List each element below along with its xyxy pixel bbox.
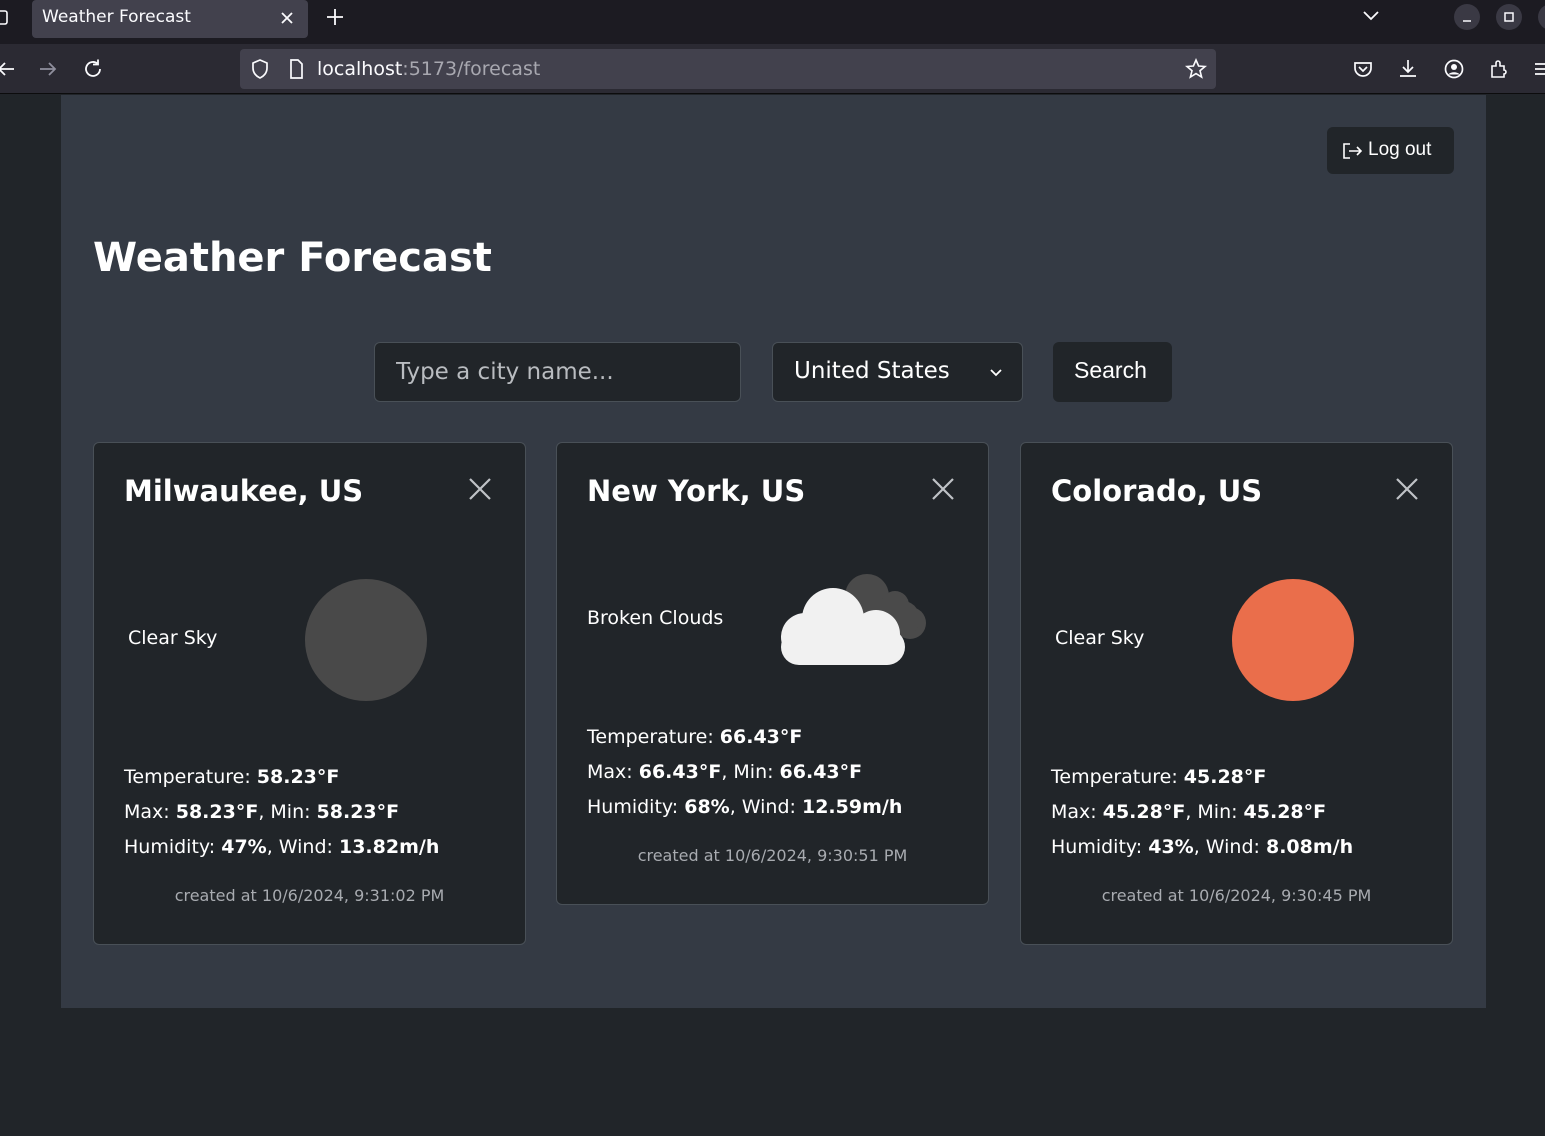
browser-tab-bar: Weather Forecast	[0, 0, 1545, 44]
page-viewport: Log out Weather Forecast United States S…	[0, 95, 1545, 1136]
maximize-window-button[interactable]	[1496, 4, 1522, 30]
max-value: 45.28°F	[1102, 801, 1186, 823]
temperature-value: 66.43°F	[719, 726, 803, 748]
forecast-container: Log out Weather Forecast United States S…	[61, 95, 1486, 1008]
created-timestamp: created at 10/6/2024, 9:30:45 PM	[1101, 886, 1372, 905]
country-select[interactable]: United States	[772, 342, 1023, 402]
account-icon[interactable]	[1442, 57, 1466, 81]
search-button[interactable]: Search	[1053, 342, 1172, 402]
wind-label: , Wind:	[729, 796, 802, 818]
humidity-label: Humidity:	[1051, 836, 1149, 858]
url-path: :5173/forecast	[402, 58, 541, 80]
wind-label: , Wind:	[1193, 836, 1266, 858]
shield-icon[interactable]	[248, 57, 272, 81]
wind-value: 12.59m/h	[801, 796, 903, 818]
humidity-value: 43%	[1148, 836, 1194, 858]
temperature-line: Temperature: 58.23°F	[124, 766, 339, 788]
temperature-value: 58.23°F	[256, 766, 340, 788]
max-label: Max:	[124, 801, 176, 823]
menu-icon[interactable]	[1531, 57, 1545, 81]
min-value: 66.43°F	[779, 761, 863, 783]
url-text: localhost:5173/forecast	[317, 58, 540, 80]
country-selected-value: United States	[794, 358, 950, 384]
weather-description: Clear Sky	[128, 627, 218, 649]
min-label: , Min:	[258, 801, 317, 823]
weather-card: Milwaukee, US Clear Sky Temperature: 58.…	[93, 442, 526, 945]
humidity-wind-line: Humidity: 68%, Wind: 12.59m/h	[587, 796, 902, 818]
min-value: 45.28°F	[1243, 801, 1327, 823]
chevron-down-icon	[990, 369, 1002, 377]
created-timestamp: created at 10/6/2024, 9:31:02 PM	[174, 886, 445, 905]
search-button-label: Search	[1074, 357, 1147, 383]
forward-arrow-icon[interactable]	[36, 57, 60, 81]
back-arrow-icon[interactable]	[0, 57, 18, 81]
wind-label: , Wind:	[266, 836, 339, 858]
close-icon[interactable]	[1395, 477, 1419, 501]
weather-card: Colorado, US Clear Sky Temperature: 45.2…	[1020, 442, 1453, 945]
temperature-line: Temperature: 45.28°F	[1051, 766, 1266, 788]
new-tab-icon[interactable]	[324, 6, 346, 28]
browser-nav-bar: localhost:5173/forecast	[0, 44, 1545, 94]
close-icon[interactable]	[468, 477, 492, 501]
pocket-icon[interactable]	[1351, 57, 1375, 81]
wind-value: 8.08m/h	[1265, 836, 1354, 858]
close-icon[interactable]	[931, 477, 955, 501]
star-icon[interactable]	[1184, 57, 1208, 81]
tab-title: Weather Forecast	[42, 7, 191, 27]
page-icon[interactable]	[284, 57, 308, 81]
humidity-value: 47%	[221, 836, 267, 858]
tab-overflow-icon[interactable]	[0, 8, 10, 28]
humidity-label: Humidity:	[587, 796, 685, 818]
max-value: 66.43°F	[638, 761, 722, 783]
min-value: 58.23°F	[316, 801, 400, 823]
logout-button[interactable]: Log out	[1327, 127, 1454, 174]
temperature-value: 45.28°F	[1183, 766, 1267, 788]
max-value: 58.23°F	[175, 801, 259, 823]
close-tab-icon[interactable]	[278, 9, 296, 27]
temperature-label: Temperature:	[124, 766, 257, 788]
sun-icon	[1232, 579, 1354, 701]
close-window-button[interactable]	[1538, 4, 1545, 30]
max-min-line: Max: 58.23°F, Min: 58.23°F	[124, 801, 399, 823]
page-title: Weather Forecast	[93, 235, 492, 281]
city-search-input[interactable]	[374, 342, 741, 402]
temperature-label: Temperature:	[1051, 766, 1184, 788]
card-city-name: Milwaukee, US	[124, 474, 364, 508]
humidity-label: Humidity:	[124, 836, 222, 858]
logout-icon	[1343, 143, 1363, 159]
weather-card: New York, US Broken Clouds Temperature: …	[556, 442, 989, 905]
weather-description: Clear Sky	[1055, 627, 1145, 649]
humidity-wind-line: Humidity: 43%, Wind: 8.08m/h	[1051, 836, 1353, 858]
min-label: , Min:	[1185, 801, 1244, 823]
card-city-name: New York, US	[587, 474, 806, 508]
created-timestamp: created at 10/6/2024, 9:30:51 PM	[637, 846, 908, 865]
max-label: Max:	[1051, 801, 1103, 823]
moon-icon	[305, 579, 427, 701]
temperature-label: Temperature:	[587, 726, 720, 748]
browser-tab[interactable]: Weather Forecast	[32, 0, 308, 38]
logout-label: Log out	[1368, 139, 1432, 160]
weather-description: Broken Clouds	[587, 607, 724, 629]
humidity-wind-line: Humidity: 47%, Wind: 13.82m/h	[124, 836, 439, 858]
address-bar[interactable]: localhost:5173/forecast	[240, 49, 1216, 89]
min-label: , Min:	[721, 761, 780, 783]
card-city-name: Colorado, US	[1051, 474, 1263, 508]
reload-icon[interactable]	[81, 57, 105, 81]
url-host: localhost	[317, 58, 403, 80]
cloud-icon	[781, 574, 926, 665]
chevron-down-icon[interactable]	[1361, 8, 1381, 24]
max-min-line: Max: 45.28°F, Min: 45.28°F	[1051, 801, 1326, 823]
temperature-line: Temperature: 66.43°F	[587, 726, 802, 748]
minimize-window-button[interactable]	[1454, 4, 1480, 30]
max-min-line: Max: 66.43°F, Min: 66.43°F	[587, 761, 862, 783]
extensions-icon[interactable]	[1487, 57, 1511, 81]
wind-value: 13.82m/h	[338, 836, 440, 858]
download-icon[interactable]	[1396, 57, 1420, 81]
max-label: Max:	[587, 761, 639, 783]
humidity-value: 68%	[684, 796, 730, 818]
